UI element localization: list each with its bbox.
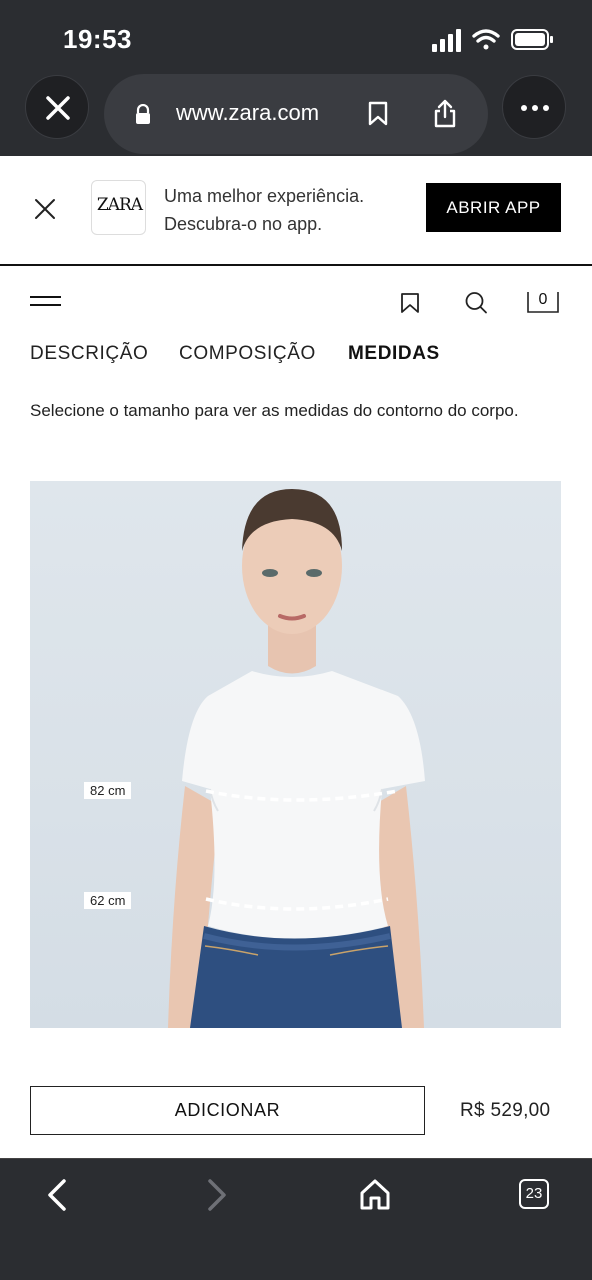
menu-icon-line bbox=[30, 304, 61, 306]
share-icon[interactable] bbox=[432, 98, 458, 128]
browser-top-bar: 19:53 www.zara.com bbox=[0, 0, 592, 156]
bookmark-nav-icon[interactable] bbox=[400, 290, 420, 316]
address-bar[interactable]: www.zara.com bbox=[104, 74, 488, 154]
size-instruction-text: Selecione o tamanho para ver as medidas … bbox=[30, 401, 519, 420]
search-icon[interactable] bbox=[464, 290, 488, 316]
lock-icon bbox=[136, 104, 150, 124]
back-icon[interactable] bbox=[40, 1177, 76, 1213]
zara-app-logo: ZARA bbox=[91, 180, 146, 235]
cart-button[interactable]: 0 bbox=[527, 290, 559, 314]
chest-measurement-label: 82 cm bbox=[84, 782, 132, 799]
browser-bottom-bar bbox=[0, 1158, 592, 1280]
more-options-button[interactable] bbox=[502, 75, 566, 139]
status-icons bbox=[432, 29, 553, 52]
zara-logo-text: ZARA bbox=[96, 195, 143, 215]
add-to-cart-button[interactable]: ADICIONAR bbox=[30, 1086, 425, 1135]
wifi-icon bbox=[472, 29, 500, 50]
open-app-button[interactable]: ABRIR APP bbox=[426, 183, 561, 232]
close-banner-icon[interactable] bbox=[30, 194, 60, 224]
status-time: 19:53 bbox=[63, 24, 132, 54]
bookmark-icon[interactable] bbox=[367, 101, 389, 127]
forward-icon[interactable] bbox=[198, 1177, 234, 1213]
more-icon bbox=[521, 105, 549, 111]
banner-message: Uma melhor experiência. Descubra-o no ap… bbox=[164, 182, 364, 238]
menu-icon-line bbox=[30, 296, 61, 298]
tabs-count-button[interactable]: 23 bbox=[519, 1179, 549, 1209]
tab-composicao[interactable]: COMPOSIÇÃO bbox=[179, 343, 316, 365]
menu-button[interactable] bbox=[30, 296, 61, 312]
product-price: R$ 529,00 bbox=[460, 1100, 551, 1121]
signal-icon bbox=[432, 29, 461, 52]
close-icon bbox=[46, 96, 70, 120]
cart-count: 0 bbox=[538, 291, 548, 308]
model-figure bbox=[168, 489, 425, 1028]
banner-line-1: Uma melhor experiência. bbox=[164, 186, 365, 206]
banner-line-2: Descubra-o no app. bbox=[164, 214, 323, 234]
battery-icon bbox=[511, 29, 553, 50]
tab-medidas[interactable]: MEDIDAS bbox=[348, 343, 440, 365]
url-text: www.zara.com bbox=[176, 100, 320, 125]
home-icon[interactable] bbox=[357, 1177, 393, 1213]
close-tab-button[interactable] bbox=[25, 75, 89, 139]
model-measurement-image: 82 cm 62 cm bbox=[30, 481, 561, 1028]
waist-measurement-label: 62 cm bbox=[84, 892, 132, 909]
tab-descricao[interactable]: DESCRIÇÃO bbox=[30, 343, 148, 365]
